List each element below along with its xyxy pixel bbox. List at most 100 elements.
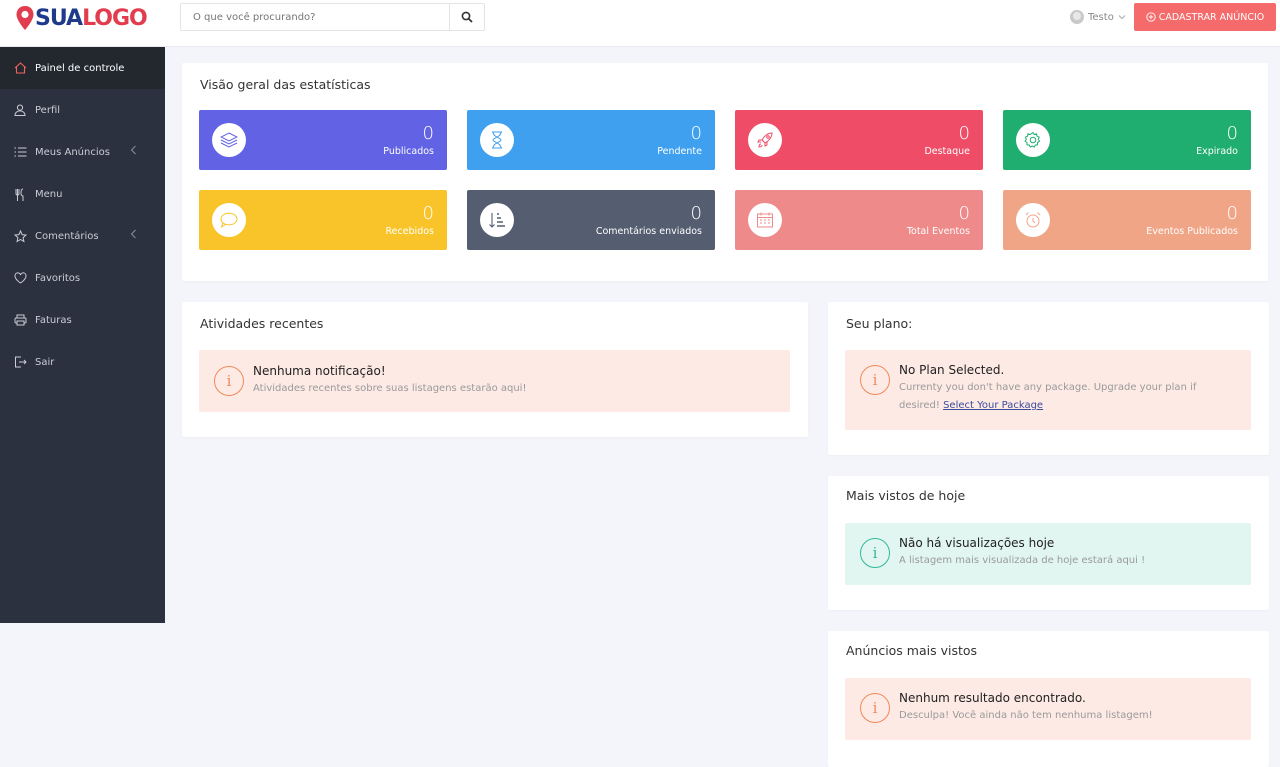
stat-published-events[interactable]: 0 Eventos Publicados bbox=[1003, 190, 1251, 250]
stat-value: 0 bbox=[422, 203, 434, 224]
chevron-down-icon bbox=[1118, 15, 1126, 20]
chat-icon bbox=[212, 203, 246, 237]
logo-text-part1: SUA bbox=[35, 5, 83, 31]
chevron-left-icon bbox=[130, 145, 136, 155]
stat-value: 0 bbox=[690, 203, 702, 224]
most-viewed-today-title: Mais vistos de hoje bbox=[846, 488, 966, 503]
stat-expired[interactable]: 0 Expirado bbox=[1003, 110, 1251, 170]
stat-label: Total Eventos bbox=[906, 226, 970, 237]
alert-description: Atividades recentes sobre suas listagens… bbox=[253, 383, 527, 394]
sidebar-item-menu[interactable]: Menu bbox=[0, 173, 165, 215]
sidebar: Painel de controle Perfil Meus Anúncios … bbox=[0, 47, 165, 623]
home-icon bbox=[13, 61, 27, 75]
stat-label: Comentários enviados bbox=[595, 226, 702, 237]
sort-icon bbox=[480, 203, 514, 237]
sidebar-item-profile[interactable]: Perfil bbox=[0, 89, 165, 131]
most-viewed-listings-card: Anúncios mais vistos i Nenhum resultado … bbox=[828, 631, 1269, 767]
search-button[interactable] bbox=[449, 4, 484, 30]
most-viewed-today-card: Mais vistos de hoje i Não há visualizaçõ… bbox=[828, 476, 1269, 610]
map-pin-icon bbox=[16, 6, 34, 30]
search-icon bbox=[461, 11, 473, 23]
stat-value: 0 bbox=[690, 123, 702, 144]
stat-value: 0 bbox=[422, 123, 434, 144]
chevron-left-icon bbox=[130, 229, 136, 239]
sidebar-item-label: Perfil bbox=[35, 104, 61, 116]
layers-icon bbox=[212, 123, 246, 157]
top-header: SUALOGO Testo CADASTRAR ANÚNCIO bbox=[0, 0, 1280, 47]
rocket-icon bbox=[748, 123, 782, 157]
logout-icon bbox=[13, 355, 27, 369]
alert-title: No Plan Selected. bbox=[899, 363, 1005, 377]
avatar bbox=[1070, 10, 1084, 24]
stat-value: 0 bbox=[958, 123, 970, 144]
search-bar bbox=[180, 3, 485, 31]
star-icon bbox=[13, 229, 27, 243]
add-listing-button[interactable]: CADASTRAR ANÚNCIO bbox=[1134, 3, 1276, 31]
no-notifications-alert: i Nenhuma notificação! Atividades recent… bbox=[199, 350, 790, 412]
hourglass-icon bbox=[480, 123, 514, 157]
most-viewed-listings-title: Anúncios mais vistos bbox=[846, 643, 978, 658]
no-views-alert: i Não há visualizações hoje A listagem m… bbox=[845, 523, 1251, 585]
stat-label: Eventos Publicados bbox=[1146, 226, 1238, 237]
sidebar-item-comments[interactable]: Comentários bbox=[0, 215, 165, 257]
alert-description: Desculpa! Você ainda não tem nenhuma lis… bbox=[899, 710, 1153, 721]
stat-label: Pendente bbox=[657, 146, 702, 157]
info-icon: i bbox=[860, 538, 890, 568]
sidebar-item-dashboard[interactable]: Painel de controle bbox=[0, 47, 165, 89]
plus-circle-icon bbox=[1146, 12, 1156, 22]
sidebar-item-label: Favoritos bbox=[35, 272, 81, 284]
sidebar-item-label: Faturas bbox=[35, 314, 72, 326]
stats-title: Visão geral das estatísticas bbox=[200, 77, 371, 92]
sidebar-item-label: Menu bbox=[35, 188, 63, 200]
your-plan-title: Seu plano: bbox=[846, 316, 913, 331]
stats-overview-card: Visão geral das estatísticas 0 Publicado… bbox=[182, 63, 1268, 281]
no-plan-alert: i No Plan Selected. Currenty you don't h… bbox=[845, 350, 1251, 430]
info-icon: i bbox=[860, 365, 890, 395]
printer-icon bbox=[13, 313, 27, 327]
stat-featured[interactable]: 0 Destaque bbox=[735, 110, 983, 170]
stat-label: Expirado bbox=[1196, 146, 1238, 157]
alert-title: Não há visualizações hoje bbox=[899, 536, 1055, 550]
alert-description-line2: desired! Select Your Package bbox=[899, 397, 1043, 415]
list-icon bbox=[13, 145, 27, 159]
sidebar-item-invoices[interactable]: Faturas bbox=[0, 299, 165, 341]
stat-pending[interactable]: 0 Pendente bbox=[467, 110, 715, 170]
logo-text-part2: LOGO bbox=[82, 5, 148, 31]
heart-icon bbox=[13, 271, 27, 285]
stat-published[interactable]: 0 Publicados bbox=[199, 110, 447, 170]
sidebar-item-label: Painel de controle bbox=[35, 62, 125, 74]
your-plan-card: Seu plano: i No Plan Selected. Currenty … bbox=[828, 302, 1269, 455]
alert-description: A listagem mais visualizada de hoje esta… bbox=[899, 555, 1146, 566]
stat-value: 0 bbox=[1226, 203, 1238, 224]
sidebar-item-label: Meus Anúncios bbox=[35, 146, 110, 158]
user-name: Testo bbox=[1088, 11, 1114, 23]
stat-label: Destaque bbox=[924, 146, 970, 157]
calendar-icon bbox=[748, 203, 782, 237]
gear-icon bbox=[1016, 123, 1050, 157]
alarm-icon bbox=[1016, 203, 1050, 237]
logo-text: SUALOGO bbox=[35, 5, 148, 31]
recent-activity-card: Atividades recentes i Nenhuma notificaçã… bbox=[182, 302, 808, 437]
logo[interactable]: SUALOGO bbox=[15, 5, 148, 31]
alert-description: Currenty you don't have any package. Upg… bbox=[899, 382, 1197, 393]
stat-label: Recebidos bbox=[385, 226, 434, 237]
info-icon: i bbox=[214, 366, 244, 396]
search-input[interactable] bbox=[181, 4, 449, 30]
stat-comments-sent[interactable]: 0 Comentários enviados bbox=[467, 190, 715, 250]
select-package-link[interactable]: Select Your Package bbox=[943, 400, 1043, 411]
add-listing-label: CADASTRAR ANÚNCIO bbox=[1158, 11, 1265, 23]
sidebar-item-logout[interactable]: Sair bbox=[0, 341, 165, 383]
sidebar-item-favorites[interactable]: Favoritos bbox=[0, 257, 165, 299]
stat-value: 0 bbox=[1226, 123, 1238, 144]
alert-title: Nenhum resultado encontrado. bbox=[899, 691, 1086, 705]
cutlery-icon bbox=[13, 187, 27, 201]
sidebar-item-label: Comentários bbox=[35, 230, 99, 242]
user-menu[interactable]: Testo bbox=[1070, 10, 1126, 24]
user-icon bbox=[13, 103, 27, 117]
info-icon: i bbox=[860, 693, 890, 723]
stat-total-events[interactable]: 0 Total Eventos bbox=[735, 190, 983, 250]
stat-received[interactable]: 0 Recebidos bbox=[199, 190, 447, 250]
stat-label: Publicados bbox=[383, 146, 434, 157]
alert-description-suffix: desired! bbox=[899, 400, 940, 411]
sidebar-item-my-listings[interactable]: Meus Anúncios bbox=[0, 131, 165, 173]
